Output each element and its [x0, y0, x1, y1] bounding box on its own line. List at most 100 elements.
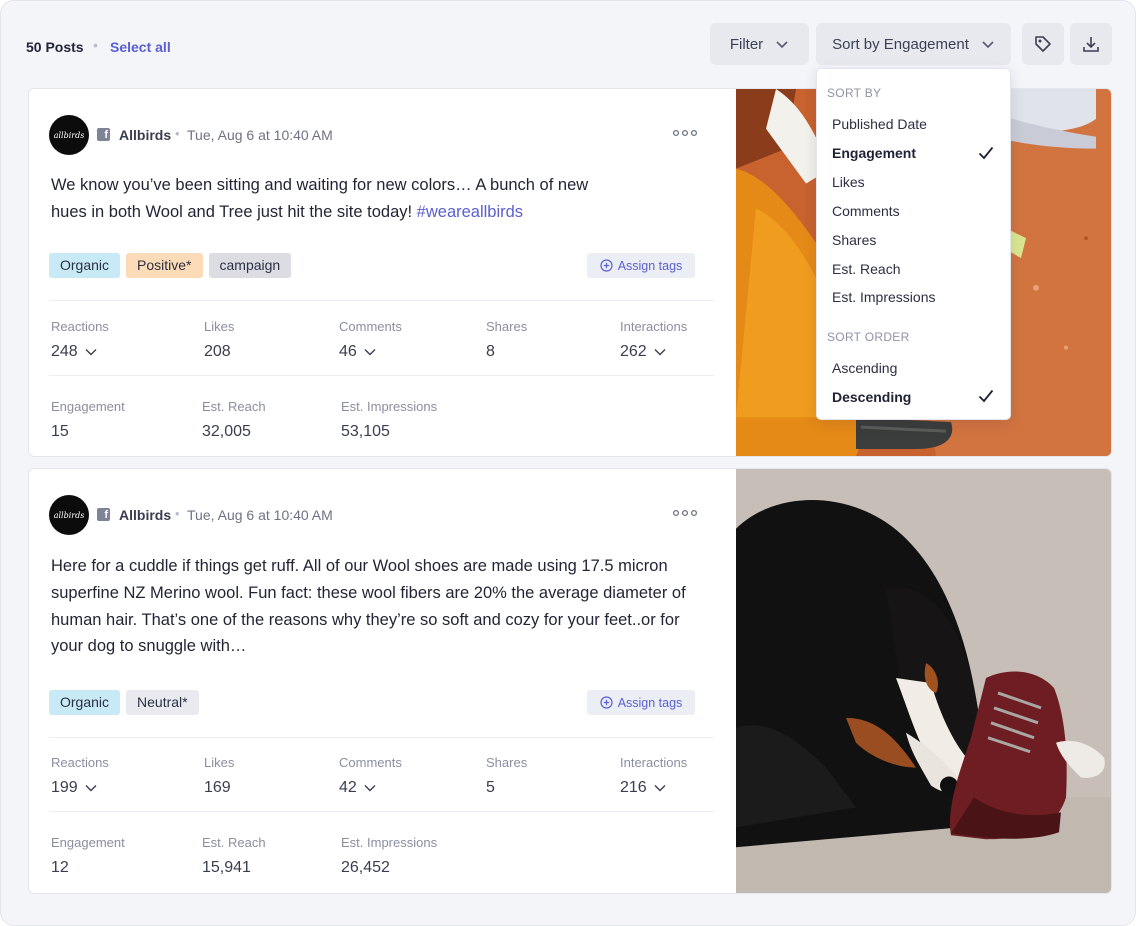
checkmark-icon [978, 389, 994, 403]
metric-label: Interactions [620, 755, 688, 770]
post-image[interactable] [736, 469, 1112, 893]
metric-value: 53,105 [341, 423, 390, 440]
assign-tags-label: Assign tags [617, 258, 683, 273]
metric-est-impressions: Est. Impressions 26,452 [341, 835, 437, 877]
tag-sentiment[interactable]: Neutral* [126, 690, 199, 715]
facebook-icon: f [97, 128, 110, 141]
metric-value: 46 [339, 343, 357, 360]
tag-organic[interactable]: Organic [49, 253, 121, 278]
sort-option-comments[interactable]: Comments [832, 203, 1002, 219]
chevron-down-icon [85, 785, 97, 792]
sort-order-ascending[interactable]: Ascending [832, 360, 1002, 376]
sort-order-descending[interactable]: Descending [832, 389, 1002, 405]
tag-button[interactable] [1022, 23, 1064, 65]
avatar-logo: allbirds [53, 510, 85, 520]
post-text-segment: hues in both Wool and Tree just hit the … [51, 202, 417, 221]
plus-circle-icon [600, 696, 613, 709]
metric-label: Interactions [620, 319, 688, 334]
metric-comments[interactable]: Comments 46 [339, 319, 402, 361]
tag-campaign[interactable]: campaign [208, 253, 292, 278]
chevron-down-icon [654, 785, 666, 792]
avatar-logo: allbirds [53, 130, 85, 140]
sort-order-heading: SORT ORDER [827, 330, 910, 344]
metric-value: 248 [51, 343, 78, 360]
more-options-icon[interactable] [672, 505, 698, 521]
more-options-icon[interactable] [672, 125, 698, 141]
sort-option-est-reach[interactable]: Est. Reach [832, 261, 1002, 277]
divider [49, 375, 714, 376]
metric-label: Reactions [51, 755, 109, 770]
filter-button[interactable]: Filter [710, 23, 809, 65]
tag-list: Organic Neutral* [49, 690, 199, 715]
tag-sentiment[interactable]: Positive* [126, 253, 203, 278]
metric-value: 8 [486, 343, 495, 360]
checkmark-icon [978, 146, 994, 160]
post-text-line: human hair. That’s one of the reasons wh… [51, 610, 680, 629]
metric-value: 169 [204, 779, 231, 796]
metric-est-impressions: Est. Impressions 53,105 [341, 399, 437, 441]
metric-label: Comments [339, 755, 402, 770]
metric-engagement: Engagement 12 [51, 835, 125, 877]
metric-value: 32,005 [202, 423, 251, 440]
metric-label: Likes [204, 755, 235, 770]
sort-option-shares[interactable]: Shares [832, 232, 1002, 248]
metric-interactions[interactable]: Interactions 262 [620, 319, 687, 361]
metric-label: Est. Reach [202, 399, 266, 414]
divider [49, 300, 714, 301]
sort-option-est-impressions[interactable]: Est. Impressions [832, 289, 1002, 305]
hashtag-link[interactable]: #weareallbirds [417, 203, 523, 221]
metric-value: 216 [620, 779, 647, 796]
metric-value: 26,452 [341, 859, 390, 876]
sort-button-label: Sort by Engagement [832, 35, 969, 53]
metric-comments[interactable]: Comments 42 [339, 755, 402, 797]
assign-tags-button[interactable]: Assign tags [587, 690, 695, 715]
tag-list: Organic Positive* campaign [49, 253, 292, 278]
metric-value: 199 [51, 779, 78, 796]
metric-label: Est. Impressions [341, 835, 438, 850]
sort-by-heading: SORT BY [827, 86, 882, 100]
metric-label: Reactions [51, 319, 109, 334]
post-timestamp: Tue, Aug 6 at 10:40 AM [187, 127, 333, 143]
metric-label: Engagement [51, 835, 125, 850]
tag-organic[interactable]: Organic [49, 690, 121, 715]
metric-shares: Shares 8 [486, 319, 527, 361]
metric-reactions[interactable]: Reactions 248 [51, 319, 109, 361]
separator-dot: • [175, 506, 180, 521]
metric-engagement: Engagement 15 [51, 399, 125, 441]
facebook-icon: f [97, 508, 110, 521]
post-author[interactable]: Allbirds [119, 507, 171, 523]
filter-button-label: Filter [729, 35, 764, 53]
chevron-down-icon [654, 349, 666, 356]
assign-tags-button[interactable]: Assign tags [587, 253, 695, 278]
metric-reactions[interactable]: Reactions 199 [51, 755, 109, 797]
download-button[interactable] [1070, 23, 1112, 65]
select-all-link[interactable]: Select all [110, 39, 171, 55]
metric-label: Comments [339, 319, 402, 334]
posts-panel: 50 Posts • Select all Filter Sort by Eng… [0, 0, 1136, 926]
metric-label: Likes [204, 319, 235, 334]
chevron-down-icon [364, 785, 376, 792]
divider [49, 811, 714, 812]
post-text-line: Here for a cuddle if things get ruff. Al… [51, 557, 668, 575]
chevron-down-icon [776, 41, 788, 49]
sort-button[interactable]: Sort by Engagement [816, 23, 1011, 65]
chevron-down-icon [982, 41, 994, 49]
metric-label: Est. Reach [202, 835, 266, 850]
sort-option-published-date[interactable]: Published Date [832, 116, 1002, 132]
post-card[interactable]: allbirds f Allbirds • Tue, Aug 6 at 10:4… [28, 468, 1112, 894]
metric-value: 42 [339, 779, 357, 796]
metric-value: 12 [51, 859, 69, 876]
sort-option-engagement[interactable]: Engagement [832, 145, 1002, 161]
post-author[interactable]: Allbirds [119, 127, 171, 143]
metric-label: Est. Impressions [341, 399, 438, 414]
metric-interactions[interactable]: Interactions 216 [620, 755, 687, 797]
metric-value: 262 [620, 343, 647, 360]
sort-option-likes[interactable]: Likes [832, 174, 1002, 190]
chevron-down-icon [85, 349, 97, 356]
metric-label: Engagement [51, 399, 125, 414]
assign-tags-label: Assign tags [617, 695, 683, 710]
avatar: allbirds [49, 495, 89, 535]
post-text-line: your dog to snuggle with… [51, 637, 247, 656]
metric-likes: Likes 208 [204, 319, 234, 361]
post-text-line: hues in both Wool and Tree just hit the … [51, 199, 711, 226]
